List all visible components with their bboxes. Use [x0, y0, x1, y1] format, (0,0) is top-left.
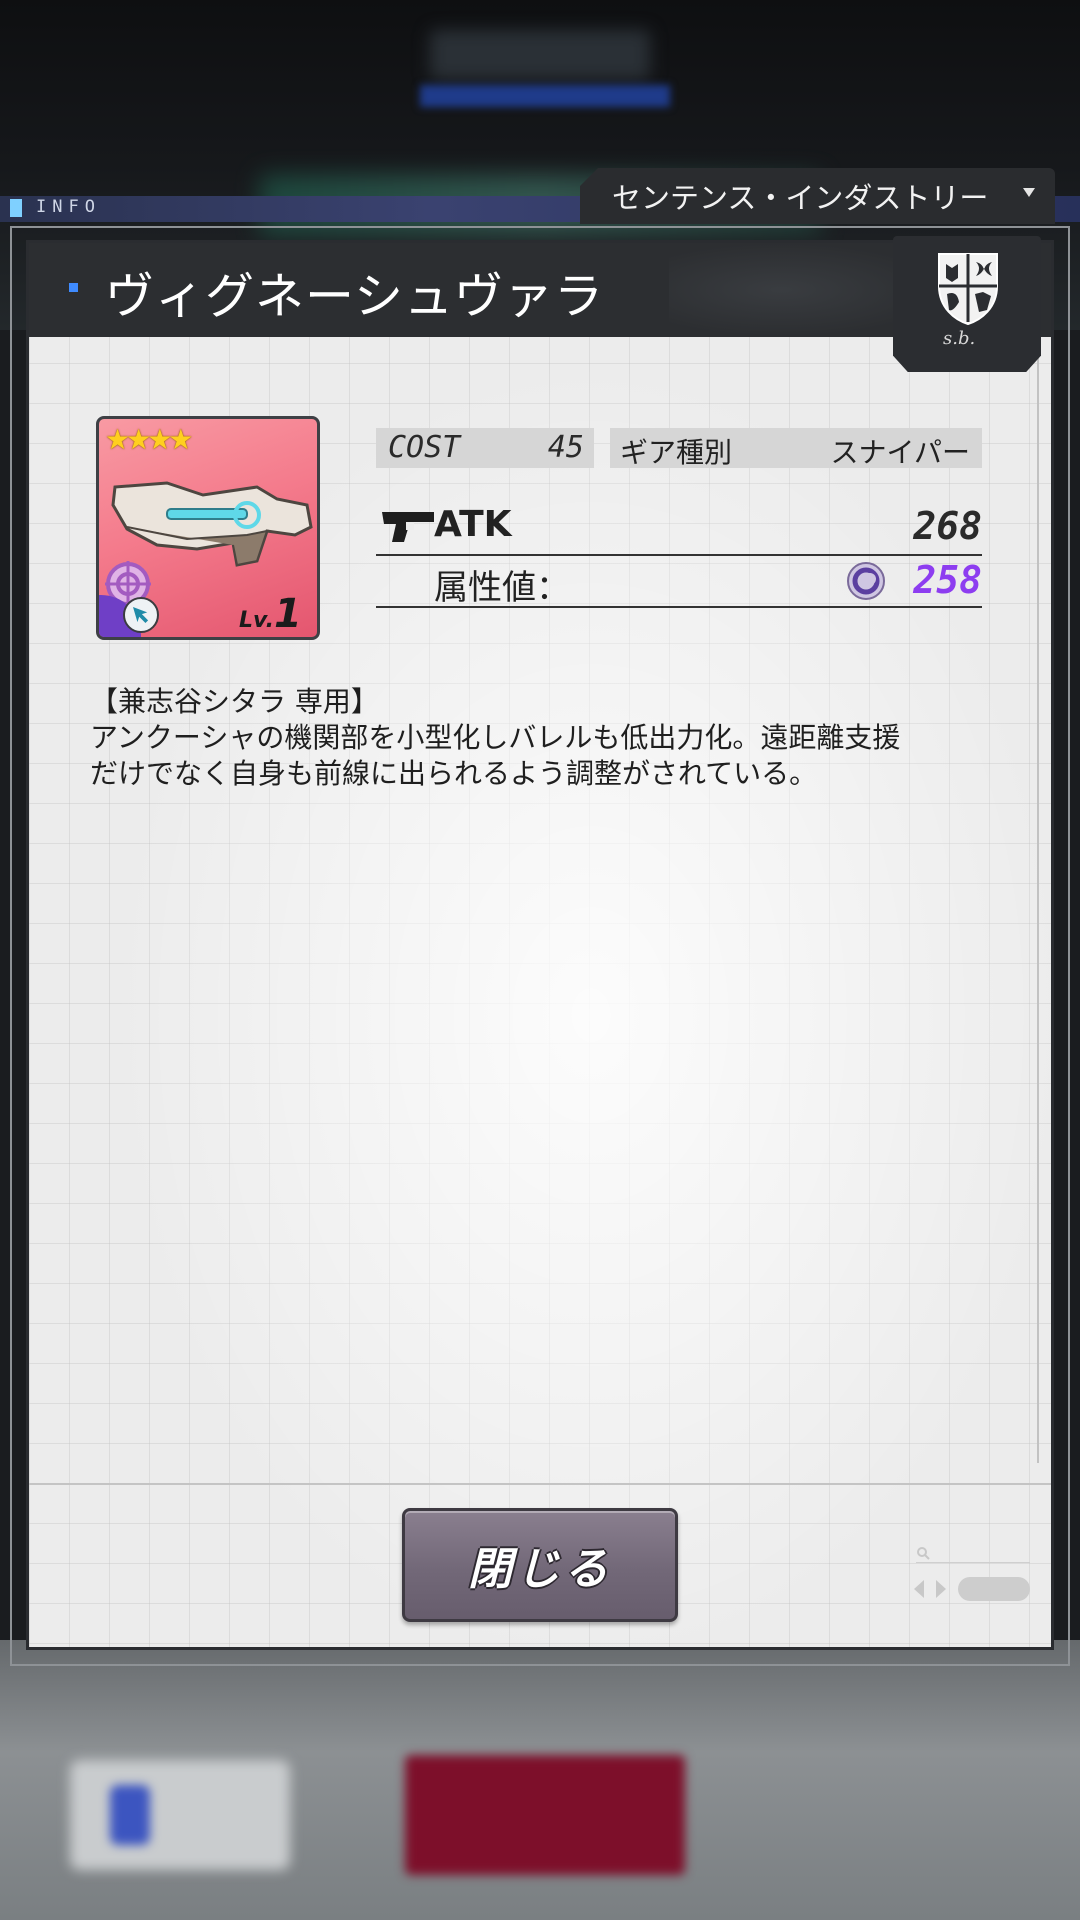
gear-type-value: スナイパー [830, 436, 970, 469]
gear-type-box: ギア種別 スナイパー [610, 428, 982, 469]
maker-emblem: s.b. [893, 236, 1041, 372]
info-marker [10, 199, 22, 217]
atk-row: ATK 268 [376, 500, 982, 556]
atk-label: ATK [434, 504, 512, 545]
background-tab-bar [420, 85, 670, 107]
prev-page-icon[interactable] [914, 1580, 924, 1598]
gear-description: 【兼志谷シタラ 専用】 アンクーシャの機関部を小型化しバレルも低出力化。遠距離支… [90, 684, 990, 792]
next-page-icon[interactable] [936, 1580, 946, 1598]
level-number: 1 [273, 591, 302, 637]
page-indicator[interactable] [958, 1577, 1030, 1601]
description-exclusive-line: 【兼志谷シタラ 専用】 [90, 685, 379, 718]
level-prefix: Lv. [239, 608, 274, 633]
gear-card[interactable]: ★★★★ Lv.1 [96, 416, 320, 640]
close-button-label: 閉じる [468, 1544, 612, 1595]
background-back-button [70, 1760, 290, 1870]
maker-dropdown[interactable]: センテンス・インダストリー [580, 168, 1055, 224]
scroll-track [1037, 343, 1039, 1463]
crest-shield-icon [938, 253, 998, 326]
arrow-cursor-icon [123, 597, 159, 633]
background-back-chevron-icon [110, 1785, 150, 1845]
description-line: だけでなく自身も前線に出られるよう調整がされている。 [90, 757, 818, 790]
attribute-orb-icon [847, 562, 885, 600]
pager-divider [916, 1562, 1030, 1563]
attribute-label: 属性値： [434, 568, 570, 608]
gear-type-label: ギア種別 [620, 436, 733, 469]
cost-value: 45 [547, 430, 584, 465]
attribute-value: 258 [913, 558, 982, 602]
maker-dropdown-label: センテンス・インダストリー [612, 181, 989, 215]
chevron-down-icon [1023, 188, 1035, 197]
atk-value: 268 [913, 504, 982, 548]
cost-box: COST 45 [376, 428, 594, 468]
emblem-signature: s.b. [943, 328, 976, 349]
background-title [430, 30, 650, 80]
rarity-stars: ★★★★ [105, 423, 193, 456]
description-line: アンクーシャの機関部を小型化しバレルも低出力化。遠距離支援 [90, 721, 901, 754]
background-confirm-button [405, 1755, 685, 1875]
attribute-row: 属性値： 258 [376, 556, 982, 608]
title-bullet [69, 283, 78, 292]
card-level: Lv.1 [239, 591, 302, 637]
info-label: INFO [36, 197, 101, 217]
footer-divider [29, 1483, 1051, 1485]
close-button[interactable]: 閉じる [402, 1508, 678, 1622]
cost-label: COST [388, 430, 461, 465]
pistol-icon [382, 512, 434, 542]
gear-name-title: ヴィグネーシュヴァラ [105, 268, 605, 325]
search-icon[interactable] [916, 1546, 930, 1560]
